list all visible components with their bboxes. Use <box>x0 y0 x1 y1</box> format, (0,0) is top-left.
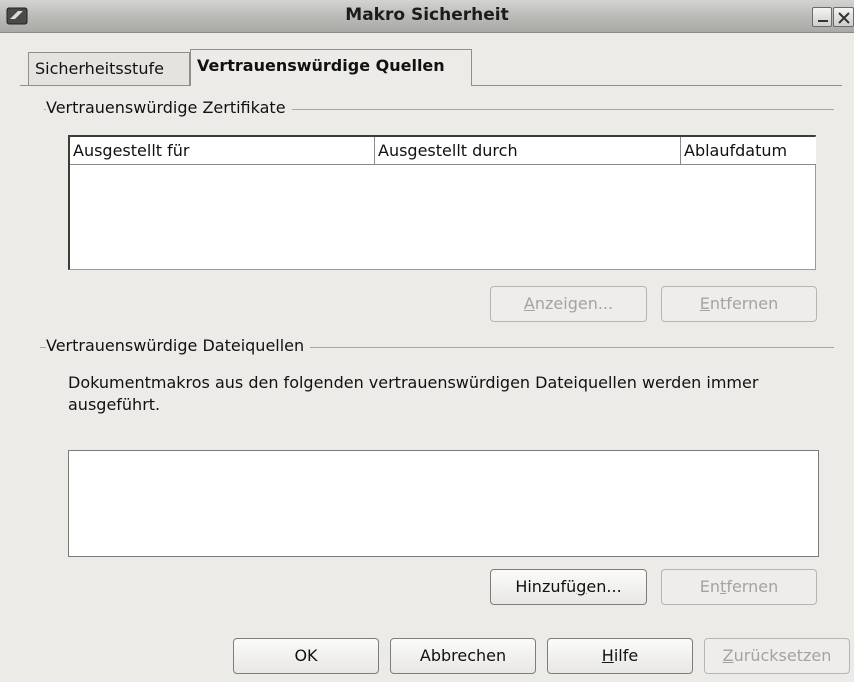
minimize-button[interactable] <box>812 7 832 27</box>
tab-label: Sicherheitsstufe <box>35 59 164 78</box>
close-icon <box>838 12 850 24</box>
close-button[interactable] <box>833 7 854 27</box>
reset-label: urücksetzen <box>733 646 832 665</box>
window-title: Makro Sicherheit <box>345 5 509 25</box>
cancel-button[interactable]: Abbrechen <box>390 638 536 674</box>
help-label: ilfe <box>613 646 639 665</box>
ok-label: OK <box>294 646 318 665</box>
mnemonic: Z <box>722 646 734 665</box>
tab-label: Vertrauenswürdige Quellen <box>197 56 445 75</box>
ok-button[interactable]: OK <box>233 638 379 674</box>
help-button[interactable]: Hilfe <box>547 638 693 674</box>
tab-vertrauenswuerdige-quellen[interactable]: Vertrauenswürdige Quellen <box>190 49 472 86</box>
mnemonic: H <box>601 646 614 665</box>
tab-panel <box>20 85 842 625</box>
reset-button[interactable]: Zurücksetzen <box>704 638 850 674</box>
tab-sicherheitsstufe[interactable]: Sicherheitsstufe <box>28 52 190 86</box>
cancel-label: Abbrechen <box>419 646 507 665</box>
minimize-icon <box>818 20 828 22</box>
